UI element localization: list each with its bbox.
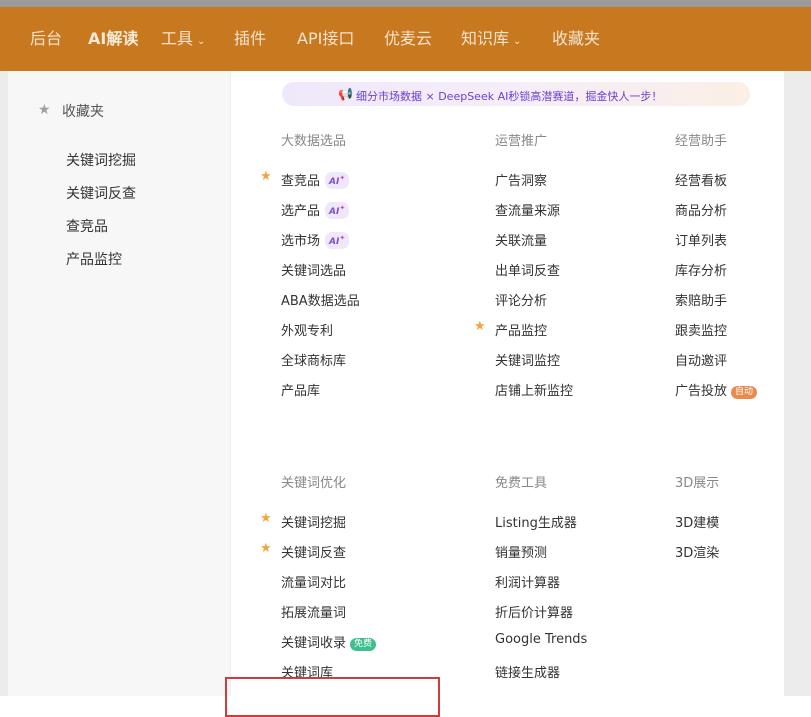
chevron-down-icon: ⌄ [197,36,206,47]
star-icon: ★ [474,319,486,334]
auto-badge: 自动 [731,386,758,399]
nav-item-api[interactable]: API接口 [297,29,354,49]
highlight-box [225,677,440,717]
nav-item-backend[interactable]: 后台 [30,29,62,49]
section-title-3d: 3D展示 [675,476,720,491]
menu-item[interactable]: 评论分析 [495,290,547,309]
section-title-operations: 运营推广 [495,134,548,149]
menu-item[interactable]: 链接生成器 [495,662,560,681]
menu-item[interactable]: 销量预测 [495,542,547,561]
menu-item[interactable]: 外观专利 [281,320,333,339]
nav-item-favorites[interactable]: 收藏夹 [552,29,600,49]
ai-badge-text: AI [329,207,340,217]
menu-item-label: 查竞品 [281,174,321,189]
menu-item[interactable]: 利润计算器 [495,572,560,591]
sparkle-icon: ✦ [339,234,346,242]
nav-item-plugins[interactable]: 插件 [234,29,266,49]
menu-item[interactable]: 折后价计算器 [495,602,573,621]
tools-dropdown-panel: 📢 细分市场数据 × DeepSeek AI秒锁高潜赛道，掘金快人一步！ 大数据… [230,71,784,696]
nav-item-knowledge[interactable]: 知识库 ⌄ [461,29,521,52]
sparkle-icon: ✦ [339,174,346,182]
menu-item-label: 广告投放 [675,384,728,399]
favorites-title: 收藏夹 [62,104,104,120]
menu-item[interactable]: 拓展流量词 [281,602,346,621]
menu-item[interactable]: 跟卖监控 [675,320,727,339]
promo-banner[interactable]: 📢 细分市场数据 × DeepSeek AI秒锁高潜赛道，掘金快人一步！ [282,82,750,106]
section-title-keyword-opt: 关键词优化 [281,476,347,491]
menu-item[interactable]: 3D渲染 [675,542,719,561]
nav-item-tools[interactable]: 工具 ⌄ [161,29,205,52]
favorite-item[interactable]: 产品监控 [66,249,122,269]
menu-item[interactable]: 库存分析 [675,260,727,279]
ai-badge-text: AI [329,237,340,247]
menu-item[interactable]: 商品分析 [675,200,727,219]
menu-item-compete-product[interactable]: 查竞品 AI✦ [281,170,350,189]
star-icon: ★ [260,511,272,526]
menu-item-label: 选产品 [281,204,321,219]
menu-item[interactable]: 3D建模 [675,512,719,531]
menu-item[interactable]: Listing生成器 [495,512,577,531]
menu-item[interactable]: 流量词对比 [281,572,346,591]
menu-item-select-product[interactable]: 选产品 AI✦ [281,200,350,219]
menu-item[interactable]: 店铺上新监控 [495,380,573,399]
free-badge: 免费 [350,638,377,651]
menu-item[interactable]: 关键词选品 [281,260,346,279]
ai-badge-text: AI [329,177,340,187]
ai-badge: AI✦ [325,172,350,189]
section-title-big-data: 大数据选品 [281,134,347,149]
nav-item-ai-interpret[interactable]: AI解读 [88,29,138,49]
menu-item[interactable]: 广告洞察 [495,170,547,189]
menu-item[interactable]: 查流量来源 [495,200,560,219]
nav-item-knowledge-label: 知识库 [461,29,510,48]
menu-item[interactable]: 索赔助手 [675,290,727,309]
menu-item[interactable]: 出单词反查 [495,260,560,279]
menu-item-ad-delivery[interactable]: 广告投放 自动 [675,380,758,399]
section-title-free-tools: 免费工具 [495,476,548,491]
menu-item[interactable]: 关键词监控 [495,350,560,369]
favorite-item[interactable]: 关键词反查 [66,183,136,203]
menu-item-select-market[interactable]: 选市场 AI✦ [281,230,350,249]
favorite-item[interactable]: 查竞品 [66,216,108,236]
menu-item[interactable]: 全球商标库 [281,350,346,369]
section-title-assistant: 经营助手 [675,134,728,149]
star-icon: ★ [260,541,272,556]
menu-item[interactable]: 产品库 [281,380,320,399]
sparkle-icon: ✦ [339,204,346,212]
ai-badge: AI✦ [325,202,350,219]
megaphone-icon: 📢 [338,87,353,101]
ai-badge: AI✦ [325,232,350,249]
menu-item[interactable]: Google Trends [495,632,587,647]
promo-banner-text: 细分市场数据 × DeepSeek AI秒锁高潜赛道，掘金快人一步！ [356,90,663,103]
favorite-item[interactable]: 关键词挖掘 [66,150,136,170]
star-icon: ★ [260,169,272,184]
menu-item[interactable]: ABA数据选品 [281,290,360,309]
menu-item[interactable]: 关键词挖掘 [281,512,346,531]
nav-item-youmaiyun[interactable]: 优麦云 [384,29,432,49]
star-icon: ★ [38,102,51,118]
menu-item-label: 关键词收录 [281,636,347,651]
menu-item-label: 选市场 [281,234,321,249]
background-page-left [0,71,8,696]
menu-item[interactable]: 产品监控 [495,320,547,339]
menu-item[interactable]: 订单列表 [675,230,727,249]
menu-item[interactable]: 关键词反查 [281,542,346,561]
window-top-strip [0,0,811,7]
nav-item-tools-label: 工具 [161,29,194,48]
top-navbar: 后台 AI解读 工具 ⌄ 插件 API接口 优麦云 知识库 ⌄ 收藏夹 [0,7,811,71]
menu-item-keyword-index[interactable]: 关键词收录 免费 [281,632,377,651]
background-page-right [783,71,811,696]
chevron-down-icon: ⌄ [513,36,522,47]
menu-item[interactable]: 经营看板 [675,170,727,189]
menu-item[interactable]: 自动邀评 [675,350,727,369]
favorites-sidebar: ★ 收藏夹 关键词挖掘 关键词反查 查竞品 产品监控 [8,71,230,696]
menu-item[interactable]: 关联流量 [495,230,547,249]
